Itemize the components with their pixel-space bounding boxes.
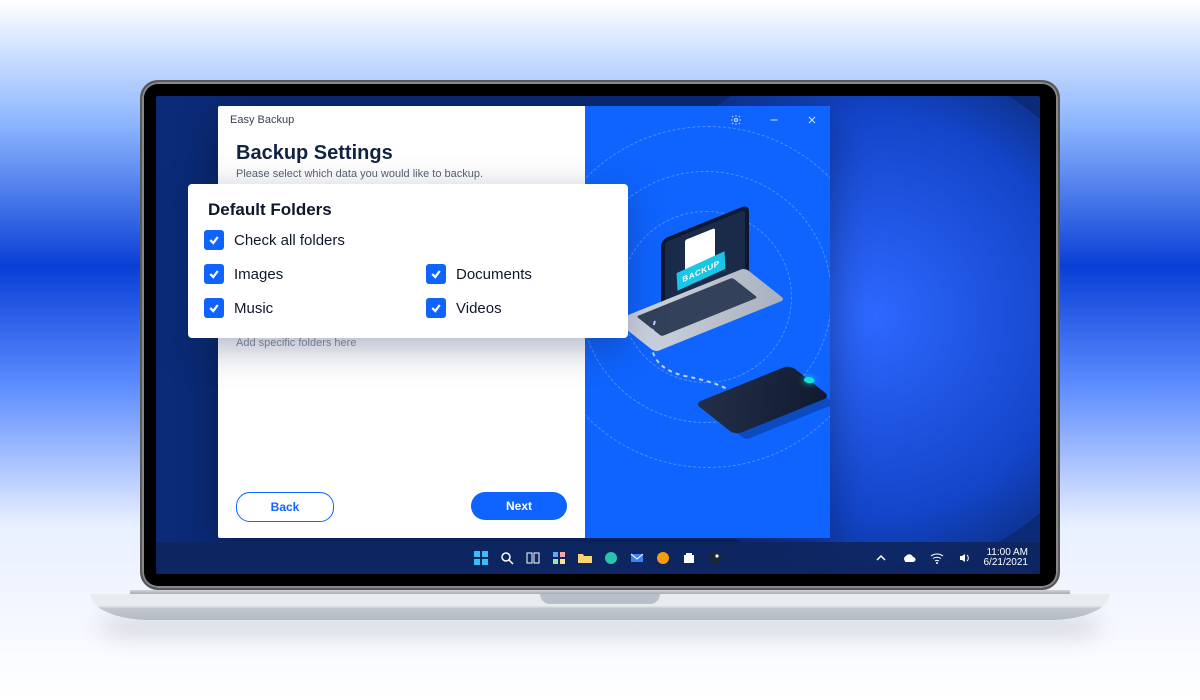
next-button-label: Next — [506, 499, 532, 513]
search-icon — [499, 550, 515, 566]
close-button[interactable] — [794, 106, 830, 134]
system-tray: 11:00 AM 6/21/2021 — [872, 548, 1041, 569]
task-view-icon — [525, 550, 541, 566]
check-all-folders[interactable]: Check all folders — [204, 230, 608, 250]
search-button[interactable] — [498, 549, 516, 567]
folder-checklist: Check all folders Images Documents Music — [204, 230, 608, 318]
wifi-tray-icon[interactable] — [928, 549, 946, 567]
minimize-button[interactable] — [756, 106, 792, 134]
add-folders-placeholder[interactable]: Add specific folders here — [236, 337, 567, 349]
check-music[interactable]: Music — [204, 298, 386, 318]
laptop-frame: BACKUP Easy Backup — [140, 80, 1060, 620]
edge-icon — [603, 550, 619, 566]
check-images[interactable]: Images — [204, 264, 386, 284]
checkbox-icon — [426, 264, 446, 284]
next-button[interactable]: Next — [471, 492, 567, 520]
window-controls — [718, 106, 830, 134]
onedrive-tray-icon[interactable] — [900, 549, 918, 567]
images-label: Images — [234, 266, 283, 283]
videos-label: Videos — [456, 300, 502, 317]
settings-button[interactable] — [718, 106, 754, 134]
wifi-icon — [929, 550, 945, 566]
app-button[interactable] — [654, 549, 672, 567]
cloud-icon — [901, 550, 917, 566]
minimize-icon — [768, 114, 780, 126]
gear-icon — [730, 114, 742, 126]
steam-button[interactable] — [706, 549, 724, 567]
store-button[interactable] — [680, 549, 698, 567]
default-folders-heading: Default Folders — [208, 200, 608, 220]
speaker-icon — [957, 550, 973, 566]
app-icon — [655, 550, 671, 566]
windows-icon — [473, 550, 489, 566]
check-documents[interactable]: Documents — [426, 264, 608, 284]
check-all-label: Check all folders — [234, 232, 345, 249]
tray-chevron[interactable] — [872, 549, 890, 567]
close-icon — [806, 114, 818, 126]
page-subtitle: Please select which data you would like … — [236, 168, 567, 180]
check-videos[interactable]: Videos — [426, 298, 608, 318]
file-explorer-button[interactable] — [576, 549, 594, 567]
music-label: Music — [234, 300, 273, 317]
widgets-icon — [551, 550, 567, 566]
checkbox-icon — [426, 298, 446, 318]
clock-date: 6/21/2021 — [984, 558, 1029, 569]
documents-label: Documents — [456, 266, 532, 283]
taskbar-center — [472, 549, 724, 567]
checkbox-icon — [204, 264, 224, 284]
start-button[interactable] — [472, 549, 490, 567]
task-view-button[interactable] — [524, 549, 542, 567]
back-button-label: Back — [271, 500, 300, 514]
chevron-up-icon — [873, 550, 889, 566]
volume-tray-icon[interactable] — [956, 549, 974, 567]
checkbox-icon — [204, 230, 224, 250]
laptop-bezel: BACKUP Easy Backup — [140, 80, 1060, 590]
laptop-base — [90, 590, 1110, 620]
steam-icon — [707, 550, 723, 566]
store-icon — [681, 550, 697, 566]
folder-icon — [577, 550, 593, 566]
mail-icon — [629, 550, 645, 566]
widgets-button[interactable] — [550, 549, 568, 567]
back-button[interactable]: Back — [236, 492, 334, 522]
taskbar: 11:00 AM 6/21/2021 — [156, 542, 1040, 574]
taskbar-clock[interactable]: 11:00 AM 6/21/2021 — [984, 548, 1029, 569]
edge-button[interactable] — [602, 549, 620, 567]
mail-button[interactable] — [628, 549, 646, 567]
default-folders-card: Default Folders Check all folders Images… — [188, 184, 628, 338]
page-title: Backup Settings — [236, 142, 567, 165]
wizard-buttons: Back Next — [236, 492, 567, 522]
checkbox-icon — [204, 298, 224, 318]
desktop-screen: BACKUP Easy Backup — [156, 96, 1040, 574]
